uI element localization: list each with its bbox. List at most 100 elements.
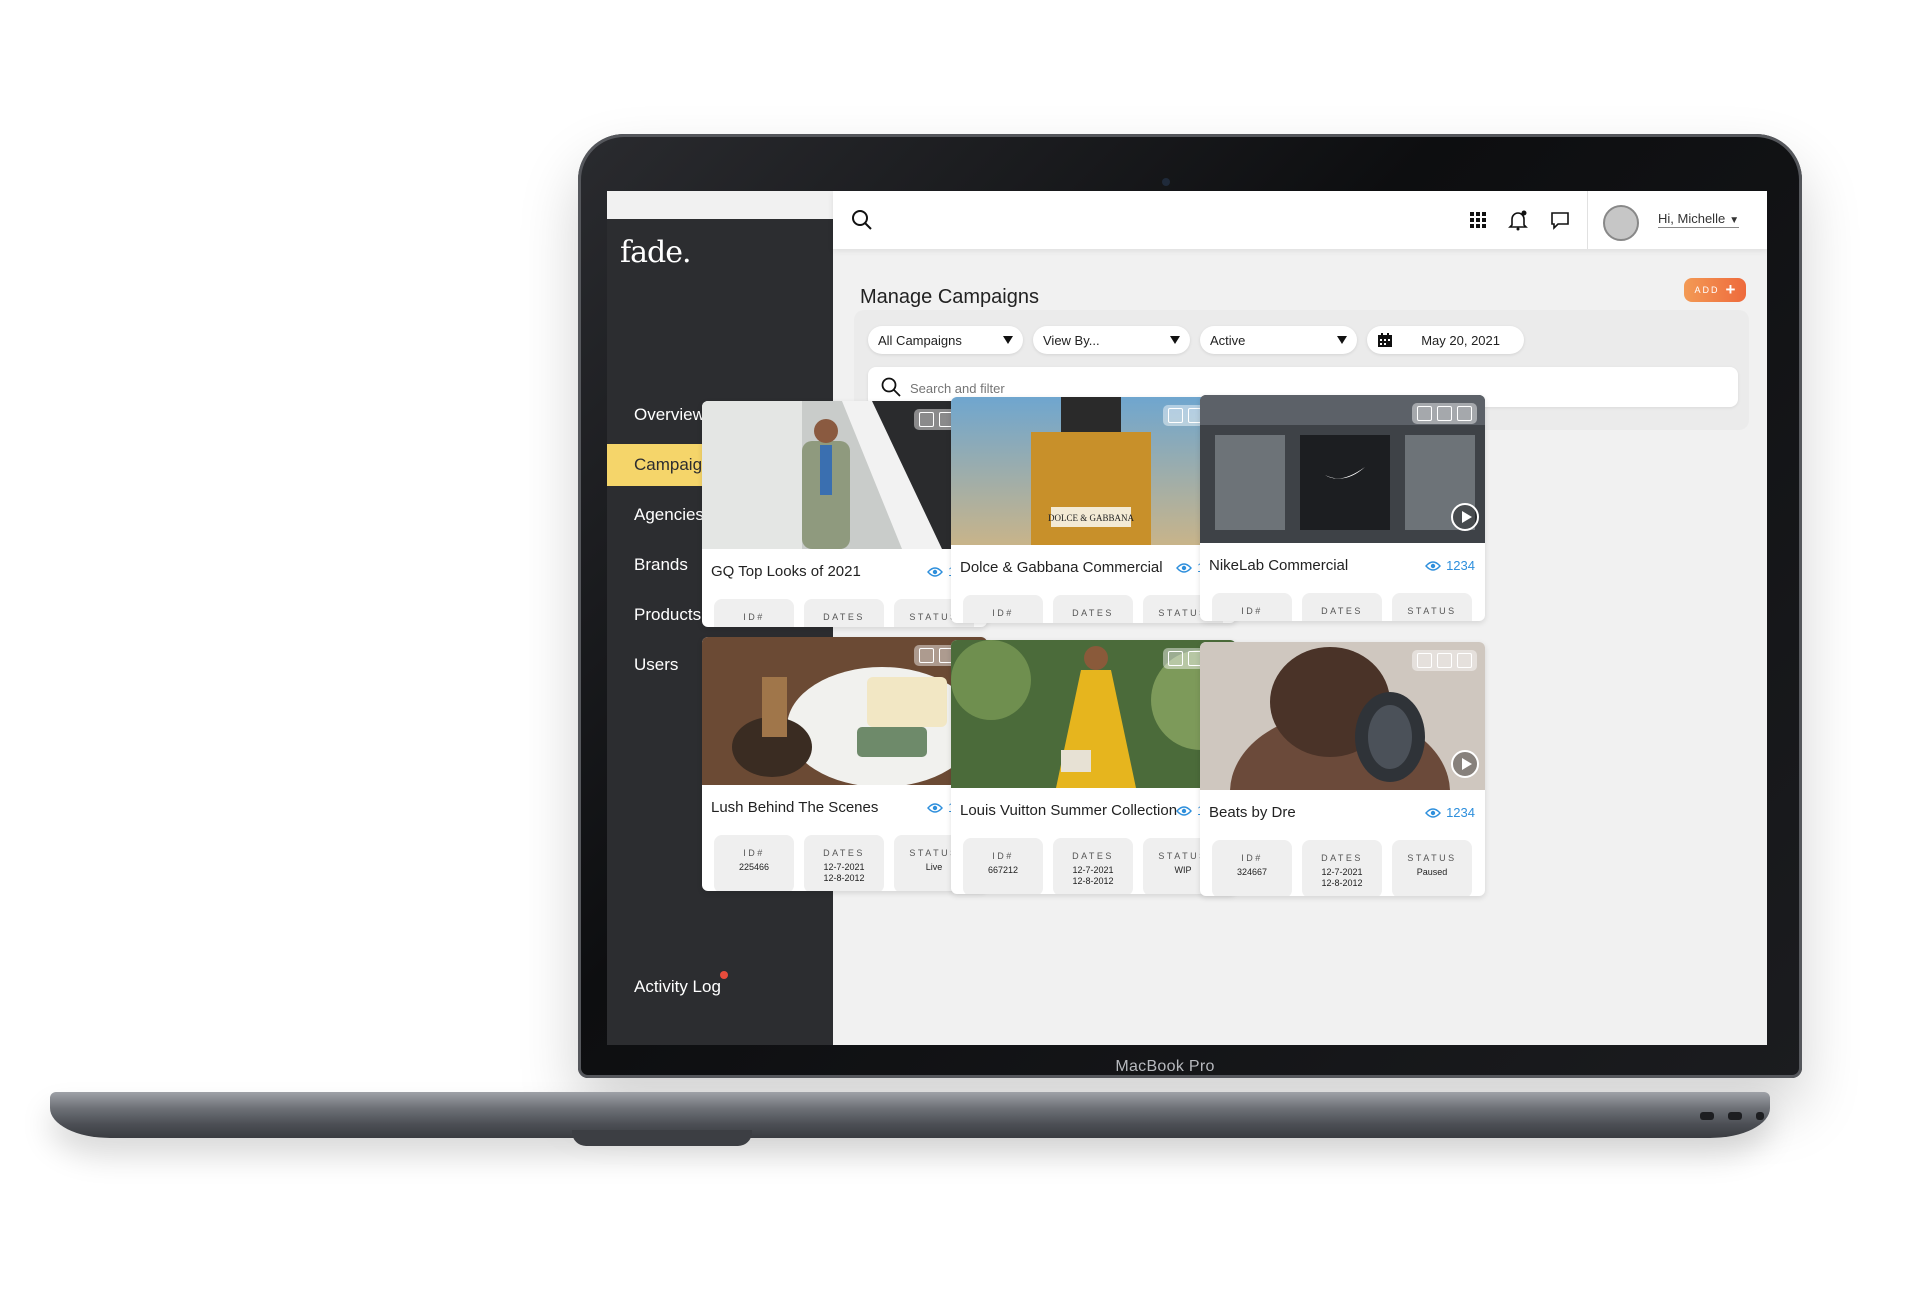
date-picker[interactable]: May 20, 2021 — [1367, 326, 1524, 354]
view-count-value: 1234 — [1446, 558, 1475, 573]
meta-status-value: Paused — [1416, 867, 1448, 877]
meta-status: STATUS Paused — [1392, 840, 1472, 896]
eye-icon — [1425, 560, 1442, 571]
meta-dates: DATES 12-7-202112-8-2012 — [1053, 595, 1133, 623]
camera-icon — [1162, 178, 1170, 186]
meta-dates-value: 12-7-202112-8-2012 — [1302, 620, 1382, 621]
copy-icon[interactable] — [919, 412, 934, 427]
view-count: 1234 — [1425, 805, 1475, 820]
plus-icon: + — [1725, 280, 1736, 299]
campaign-card[interactable]: DOLCE & GABBANA Dolce & Gabbana Commerci… — [951, 397, 1236, 623]
status-value: Active — [1210, 332, 1246, 348]
copy-icon[interactable] — [1168, 651, 1183, 666]
meta-id-label: ID# — [1241, 606, 1263, 616]
add-button[interactable]: ADD + — [1684, 278, 1746, 302]
meta-id: ID# 324667 — [1212, 840, 1292, 896]
meta-status-value: Live — [894, 626, 974, 627]
card-toolbar — [1412, 650, 1477, 671]
copy-icon[interactable] — [919, 648, 934, 663]
campaign-title: Beats by Dre — [1209, 804, 1296, 821]
meta-dates: DATES 12-7-202112-8-2012 — [804, 835, 884, 891]
campaign-card[interactable]: Lush Behind The Scenes 1234 ID# 225466 D… — [702, 637, 987, 891]
eye-icon — [927, 802, 944, 813]
meta-dates-label: DATES — [1321, 853, 1363, 863]
meta-status-label: STATUS — [1407, 853, 1457, 863]
bell-icon[interactable] — [1507, 209, 1529, 231]
view-by-value: View By... — [1043, 332, 1100, 348]
edit-icon[interactable] — [1457, 653, 1472, 668]
copy-icon[interactable] — [1168, 408, 1183, 423]
activity-log-link[interactable]: Activity Log — [634, 977, 721, 997]
eye-icon — [1176, 805, 1193, 816]
top-bar: Hi, Michelle ▼ — [833, 191, 1767, 249]
meta-dates: DATES 12-7-202112-8-2012 — [804, 599, 884, 627]
page-title: Manage Campaigns — [860, 286, 1039, 308]
meta-dates-label: DATES — [823, 612, 865, 622]
dropdown-arrow-icon — [1003, 336, 1013, 344]
meta-id-value: 667212 — [963, 622, 1043, 623]
meta-dates: DATES 12-7-202112-8-2012 — [1302, 840, 1382, 896]
divider — [1587, 191, 1588, 249]
campaign-card[interactable]: GQ Top Looks of 2021 1234 ID# 225466 DAT… — [702, 401, 987, 627]
meta-dates-value: 12-7-202112-8-2012 — [804, 626, 884, 627]
meta-status: STATUS Paused — [1392, 593, 1472, 621]
date-value: May 20, 2021 — [1421, 332, 1500, 348]
meta-id-value: 225466 — [738, 862, 770, 872]
laptop-base — [50, 1092, 1770, 1138]
apps-grid-icon[interactable] — [1467, 209, 1489, 231]
meta-id-label: ID# — [743, 848, 765, 858]
campaign-title: Lush Behind The Scenes — [711, 799, 879, 816]
meta-dates-label: DATES — [1072, 851, 1114, 861]
meta-dates-label: DATES — [823, 848, 865, 858]
user-menu[interactable]: Hi, Michelle ▼ — [1658, 211, 1740, 228]
view-by-select[interactable]: View By... — [1033, 326, 1190, 354]
eye-icon — [927, 566, 944, 577]
play-icon[interactable] — [1451, 503, 1479, 531]
eye-icon — [1176, 562, 1193, 573]
add-button-label: ADD — [1694, 285, 1720, 295]
meta-dates-label: DATES — [1321, 606, 1363, 616]
edit-icon[interactable] — [1457, 406, 1472, 421]
campaign-card[interactable]: Louis Vuitton Summer Collection 1234 ID#… — [951, 640, 1236, 894]
campaign-title: Louis Vuitton Summer Collection — [960, 802, 1178, 819]
laptop-notch — [572, 1130, 752, 1146]
meta-dates-value: 12-7-202112-8-2012 — [1321, 867, 1363, 888]
usb-port-icon — [1728, 1112, 1742, 1120]
meta-id-value: 324667 — [1236, 867, 1268, 877]
campaign-title: GQ Top Looks of 2021 — [711, 563, 861, 580]
audio-port-icon — [1756, 1112, 1764, 1120]
status-select[interactable]: Active — [1200, 326, 1357, 354]
usb-port-icon — [1700, 1112, 1714, 1120]
search-icon — [881, 377, 901, 397]
calendar-icon — [1378, 333, 1392, 347]
avatar[interactable] — [1603, 205, 1639, 241]
meta-id-label: ID# — [1241, 853, 1263, 863]
campaign-card[interactable]: Beats by Dre 1234 ID# 324667 DATES 12-7-… — [1200, 642, 1485, 896]
campaign-title: NikeLab Commercial — [1209, 557, 1349, 574]
chat-icon[interactable] — [1549, 209, 1571, 231]
duplicate-icon[interactable] — [1437, 406, 1452, 421]
meta-id-value: 667212 — [987, 865, 1019, 875]
app-screen: fade. Overview Campaigns Agencies Brands… — [607, 191, 1767, 1045]
card-toolbar — [1412, 403, 1477, 424]
meta-id: ID# 225466 — [714, 599, 794, 627]
app-logo: fade. — [620, 235, 691, 270]
copy-icon[interactable] — [1417, 653, 1432, 668]
play-icon[interactable] — [1451, 750, 1479, 778]
view-count: 1234 — [1425, 558, 1475, 573]
meta-id: ID# 225466 — [714, 835, 794, 891]
user-greeting: Hi, Michelle — [1658, 211, 1726, 226]
dropdown-arrow-icon — [1337, 336, 1347, 344]
device-label: MacBook Pro — [1115, 1058, 1215, 1075]
campaign-filter-select[interactable]: All Campaigns — [868, 326, 1023, 354]
copy-icon[interactable] — [1417, 406, 1432, 421]
search-icon[interactable] — [851, 209, 873, 231]
notification-dot — [720, 971, 728, 979]
campaign-card[interactable]: NikeLab Commercial 1234 ID# 324667 DATES… — [1200, 395, 1485, 621]
meta-id-value: 225466 — [714, 626, 794, 627]
perfume-label: DOLCE & GABBANA — [1048, 513, 1135, 523]
meta-id-value: 324667 — [1212, 620, 1292, 621]
meta-dates: DATES 12-7-202112-8-2012 — [1302, 593, 1382, 621]
meta-dates-label: DATES — [1072, 608, 1114, 618]
duplicate-icon[interactable] — [1437, 653, 1452, 668]
